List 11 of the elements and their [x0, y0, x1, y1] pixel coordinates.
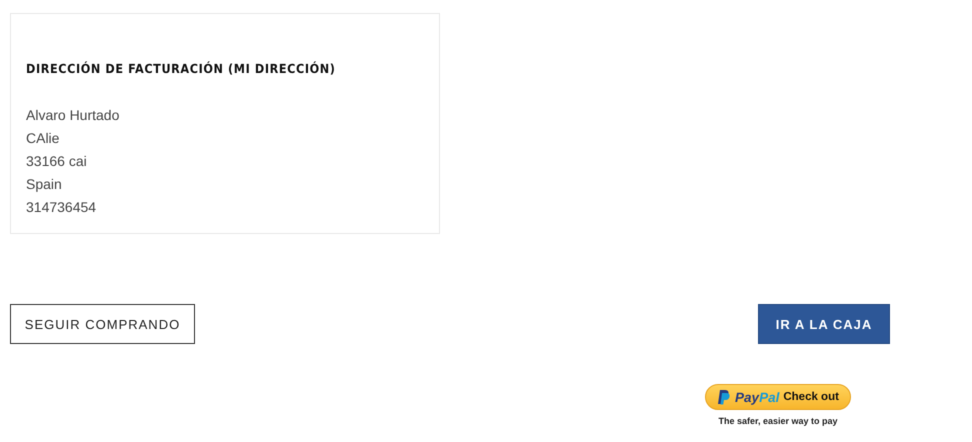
address-line: CAlie [26, 129, 60, 148]
paypal-logo-icon [717, 389, 732, 405]
address-line: Alvaro Hurtado [26, 106, 120, 125]
address-line: Spain [26, 175, 62, 194]
section-title: DIRECCIÓN DE FACTURACIÓN (MI DIRECCIÓN) [26, 61, 336, 76]
paypal-checkout-button[interactable]: PayPal Check out [705, 384, 851, 410]
address-line: 33166 cai [26, 152, 87, 171]
continue-shopping-button[interactable]: SEGUIR COMPRANDO [10, 304, 195, 344]
address-line: 314736454 [26, 198, 96, 217]
checkout-button[interactable]: IR A LA CAJA [758, 304, 890, 344]
paypal-tagline: The safer, easier way to pay [718, 416, 838, 426]
